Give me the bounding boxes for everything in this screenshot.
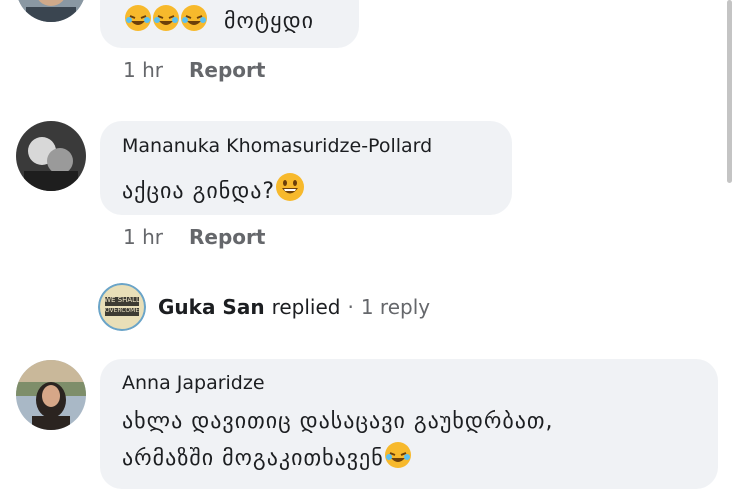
- comment-bubble: Anna Japaridze ახლა დავითიც დასაცავი გაუ…: [100, 359, 718, 489]
- rolling-laughing-emoji: [152, 4, 180, 38]
- comment-text-line: არმაზში მოგაკითხავენ: [122, 446, 384, 471]
- timestamp[interactable]: 1 hr: [123, 58, 163, 82]
- reply-author[interactable]: Guka San: [158, 295, 265, 319]
- comment-bubble: Mananuka Khomasuridze-Pollard აქცია გინდ…: [100, 121, 512, 215]
- report-link[interactable]: Report: [189, 225, 265, 249]
- comment-author[interactable]: Anna Japaridze: [122, 372, 265, 394]
- rolling-laughing-emoji: [124, 4, 152, 38]
- avatar[interactable]: [16, 121, 86, 191]
- separator-dot: ·: [347, 295, 354, 319]
- reply-avatar-text-top: WE SHALL: [104, 296, 140, 304]
- avatar[interactable]: [16, 0, 86, 22]
- timestamp[interactable]: 1 hr: [123, 225, 163, 249]
- view-replies[interactable]: WE SHALL OVERCOME Guka San replied · 1 r…: [98, 283, 430, 331]
- rolling-laughing-emoji: [180, 4, 208, 38]
- comment-text-row: მოტყდი: [124, 4, 314, 38]
- comment-text: აქცია გინდა?: [122, 179, 276, 204]
- reply-avatar-text-bottom: OVERCOME: [104, 307, 140, 314]
- scrollbar[interactable]: [727, 0, 732, 183]
- report-link[interactable]: Report: [189, 58, 265, 82]
- comment-text-row: აქცია გინდა?: [122, 172, 305, 208]
- reply-action: replied: [271, 295, 341, 319]
- reply-count[interactable]: 1 reply: [361, 295, 430, 319]
- avatar[interactable]: [16, 360, 86, 430]
- comment-text-line: ახლა დავითიც დასაცავი გაუხდრბათ,: [122, 409, 554, 434]
- comment-meta: 1 hr Report: [123, 58, 265, 82]
- rolling-laughing-emoji: [384, 441, 412, 475]
- grinning-emoji: [275, 172, 305, 208]
- reply-avatar: WE SHALL OVERCOME: [98, 283, 146, 331]
- comment-author[interactable]: Mananuka Khomasuridze-Pollard: [122, 135, 432, 157]
- comment-text-row: არმაზში მოგაკითხავენ: [122, 441, 412, 475]
- comment-meta: 1 hr Report: [123, 225, 265, 249]
- comment-text: მოტყდი: [224, 9, 314, 34]
- comment-bubble: მოტყდი: [100, 0, 359, 48]
